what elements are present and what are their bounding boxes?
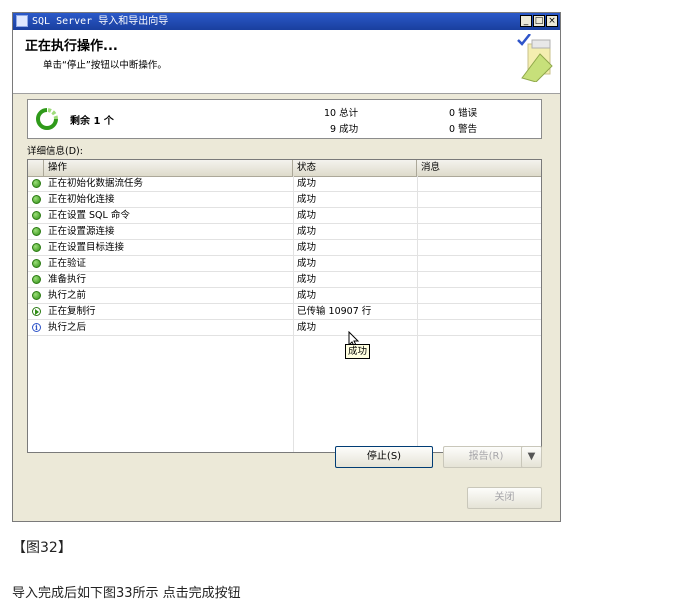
details-label: 详细信息(D): [27, 146, 83, 157]
table-row[interactable]: 正在初始化连接 成功 [28, 192, 541, 208]
row-status: 成功 [297, 226, 317, 237]
warning-count: 0 警告 [449, 124, 478, 135]
row-action: 正在初始化连接 [48, 194, 115, 205]
table-row[interactable]: 正在验证 成功 [28, 256, 541, 272]
close-button[interactable]: 关闭 [467, 487, 542, 509]
instruction-text: 导入完成后如下图33所示 点击完成按钮 [12, 586, 241, 601]
success-icon [32, 291, 41, 300]
report-dropdown-arrow-icon[interactable]: ▼ [521, 446, 542, 468]
table-row[interactable]: 正在复制行 已传输 10907 行 [28, 304, 541, 320]
table-row[interactable]: 正在初始化数据流任务 成功 [28, 176, 541, 192]
row-status: 成功 [297, 210, 317, 221]
title-bar[interactable]: SQL Server 导入和导出向导 _ □ × [13, 13, 560, 30]
row-status: 成功 [297, 194, 317, 205]
table-row[interactable]: 正在设置 SQL 命令 成功 [28, 208, 541, 224]
progress-summary: 剩余 1 个 10 总计 9 成功 0 错误 0 警告 [27, 99, 542, 139]
header-action[interactable]: 操作 [44, 160, 293, 176]
app-icon [16, 15, 28, 27]
figure-caption: 【图32】 [12, 540, 72, 556]
row-status: 成功 [297, 258, 317, 269]
status-tooltip: 成功 [345, 344, 371, 359]
grid-header: 操作 状态 消息 [28, 160, 541, 177]
info-icon: i [32, 323, 41, 332]
row-action: 正在设置目标连接 [48, 242, 125, 253]
table-row[interactable]: 执行之前 成功 [28, 288, 541, 304]
header-status[interactable]: 状态 [293, 160, 417, 176]
success-count: 9 成功 [330, 124, 359, 135]
running-icon [32, 307, 41, 316]
progress-spinner-icon [36, 108, 58, 130]
maximize-button[interactable]: □ [533, 15, 545, 27]
row-action: 执行之前 [48, 290, 87, 301]
row-status: 成功 [297, 274, 317, 285]
page-subtitle: 单击“停止”按钮以中断操作。 [43, 60, 167, 71]
wizard-header: 正在执行操作... 单击“停止”按钮以中断操作。 [13, 30, 560, 94]
total-count: 10 总计 [324, 108, 359, 119]
row-action: 准备执行 [48, 274, 87, 285]
success-icon [32, 211, 41, 220]
row-action: 正在初始化数据流任务 [48, 178, 144, 189]
stop-button[interactable]: 停止(S) [335, 446, 433, 468]
error-count: 0 错误 [449, 108, 478, 119]
table-row[interactable]: 准备执行 成功 [28, 272, 541, 288]
table-row[interactable]: 正在设置目标连接 成功 [28, 240, 541, 256]
header-message[interactable]: 消息 [417, 160, 541, 176]
table-row[interactable]: i 执行之后 成功 [28, 320, 541, 336]
success-icon [32, 179, 41, 188]
wizard-art-icon [517, 34, 553, 82]
wizard-window: SQL Server 导入和导出向导 _ □ × 正在执行操作... 单击“停止… [12, 12, 561, 522]
grid-divider [417, 176, 418, 452]
row-action: 正在设置 SQL 命令 [48, 210, 130, 221]
row-status: 成功 [297, 290, 317, 301]
table-row[interactable]: 正在设置源连接 成功 [28, 224, 541, 240]
success-icon [32, 195, 41, 204]
success-icon [32, 259, 41, 268]
close-window-button[interactable]: × [546, 15, 558, 27]
success-icon [32, 243, 41, 252]
row-action: 正在设置源连接 [48, 226, 115, 237]
row-action: 正在验证 [48, 258, 87, 269]
window-title: SQL Server 导入和导出向导 [32, 16, 169, 27]
success-icon [32, 275, 41, 284]
report-button[interactable]: 报告(R) [443, 446, 529, 468]
row-status: 成功 [297, 322, 317, 333]
row-status: 成功 [297, 242, 317, 253]
row-action: 正在复制行 [48, 306, 96, 317]
grid-divider [293, 176, 294, 452]
remaining-count: 剩余 1 个 [70, 116, 114, 127]
row-status: 已传输 10907 行 [297, 306, 372, 317]
success-icon [32, 227, 41, 236]
row-status: 成功 [297, 178, 317, 189]
row-action: 执行之后 [48, 322, 87, 333]
page-title: 正在执行操作... [25, 39, 118, 54]
details-grid[interactable]: 操作 状态 消息 正在初始化数据流任务 成功 正在初始化连接 成功 正在设置 SQL 命… [27, 159, 542, 453]
minimize-button[interactable]: _ [520, 15, 532, 27]
header-icon-col [28, 160, 44, 176]
